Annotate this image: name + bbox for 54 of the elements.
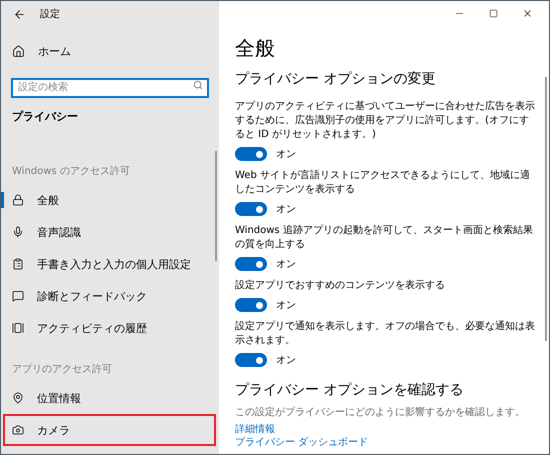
nav-label: ホーム (38, 44, 71, 58)
microphone-icon (12, 226, 24, 238)
section-heading: プライバシー オプションの変更 (235, 70, 436, 88)
toggle-switch[interactable] (235, 147, 267, 161)
toggle-state-label: オン (276, 203, 296, 216)
home-icon (12, 44, 25, 58)
toggle-switch[interactable] (235, 202, 267, 216)
search-icon (193, 80, 203, 90)
toggle-state-label: オン (276, 354, 296, 367)
clipboard-icon (12, 258, 24, 270)
close-icon[interactable] (522, 8, 533, 18)
nav-label: アクティビティの履歴 (37, 320, 147, 336)
timeline-icon (12, 322, 24, 334)
camera-icon (12, 424, 24, 436)
speech-bubble-icon (12, 290, 24, 302)
home-nav-item[interactable]: ホーム (1, 35, 219, 67)
nav-label: 診断とフィードバック (37, 288, 147, 304)
page-title: 全般 (235, 35, 276, 62)
toggle-switch[interactable] (235, 353, 267, 367)
group-heading: Windows のアクセス許可 (12, 164, 131, 178)
nav-item[interactable]: 音声認識 (1, 216, 219, 248)
setting-description: 設定アプリでおすすめのコンテンツを表示する (235, 279, 446, 293)
group-heading: アプリのアクセス許可 (12, 362, 113, 376)
back-icon[interactable] (13, 8, 26, 20)
section-title: プライバシー (12, 109, 79, 124)
nav-label: 全般 (37, 192, 59, 208)
toggle-state-label: オン (276, 299, 296, 312)
nav-item[interactable]: 全般 (1, 184, 219, 216)
setting-description: Windows 追跡アプリの起動を許可して、スタート画面と検索結果の質を向上する (235, 224, 534, 252)
lock-icon (12, 194, 24, 206)
nav-item[interactable]: カメラ (3, 414, 216, 446)
nav-item[interactable]: 位置情報 (1, 382, 219, 414)
toggle-switch[interactable] (235, 257, 267, 271)
section-description: この設定がプライバシーにどのように影響するかを確認します。 (235, 406, 526, 419)
setting-description: Web サイトが言語リストにアクセスできるようにして、地域に適したコンテンツを表示する (235, 169, 531, 197)
nav-label: 音声認識 (37, 224, 81, 240)
nav-label: 手書き入力と入力の個人用設定 (37, 256, 191, 272)
section-heading: プライバシー オプションを確認する (235, 381, 464, 399)
link[interactable]: プライバシー ダッシュボード (235, 436, 368, 449)
nav-item[interactable]: 診断とフィードバック (1, 280, 219, 312)
toggle-state-label: オン (276, 148, 296, 161)
link[interactable]: 詳細情報 (235, 423, 275, 436)
nav-item[interactable]: アクティビティの履歴 (1, 312, 219, 344)
nav-label: 位置情報 (37, 390, 81, 406)
maximize-icon[interactable] (489, 8, 498, 18)
setting-description: アプリのアクティビティに基づいてユーザーに合わせた広告を表示するために、広告識別子の使用をアプリに許可します。(オフにすると ID がリセットされます。) (235, 100, 535, 142)
map-pin-icon (12, 392, 24, 404)
search-field[interactable]: 設定の検索 (11, 78, 209, 98)
setting-description: 設定アプリで通知を表示します。オフの場合でも、必要な通知は表示されます。 (235, 320, 535, 348)
toggle-state-label: オン (276, 258, 296, 271)
nav-item[interactable]: 手書き入力と入力の個人用設定 (1, 248, 219, 280)
toggle-switch[interactable] (235, 298, 267, 312)
nav-label: カメラ (37, 422, 70, 438)
window-title: 設定 (40, 8, 60, 21)
